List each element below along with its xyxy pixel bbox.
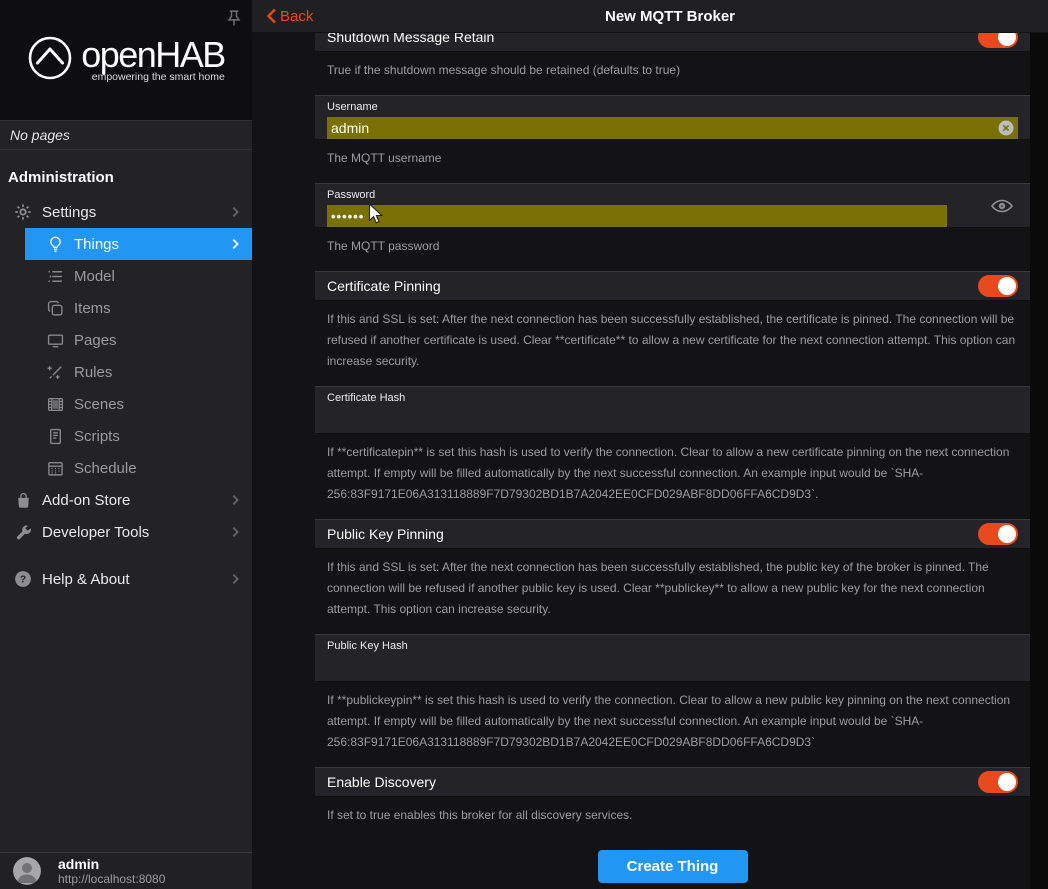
chevron-right-icon <box>228 205 242 219</box>
chevron-right-icon <box>228 525 242 539</box>
toggle-knob <box>998 277 1016 295</box>
config-form: Shutdown Message Retain True if the shut… <box>315 0 1030 883</box>
chevron-right-icon <box>228 493 242 507</box>
back-button[interactable]: Back <box>266 8 313 25</box>
sidebar-item-label: Pages <box>74 332 117 349</box>
config-row-public-key-pinning: Public Key Pinning <box>315 519 1030 549</box>
sidebar-item-scenes[interactable]: Scenes <box>0 388 252 420</box>
username-input[interactable] <box>327 117 1018 139</box>
toggle-knob <box>998 773 1016 791</box>
row-description: If this and SSL is set: After the next c… <box>315 309 1030 372</box>
calendar-icon <box>44 460 66 477</box>
sidebar-item-label: Scenes <box>74 396 124 413</box>
row-description: True if the shutdown message should be r… <box>315 60 1030 81</box>
sidebar-item-label: Add-on Store <box>42 492 130 509</box>
password-input[interactable] <box>327 205 947 227</box>
row-description: If set to true enables this broker for a… <box>315 805 1030 826</box>
row-description: The MQTT username <box>315 148 1030 169</box>
sidebar-item-addon-store[interactable]: Add-on Store <box>0 484 252 516</box>
sidebar-item-help-about[interactable]: ? Help & About <box>0 563 252 595</box>
field-label: Public Key Hash <box>327 640 1018 652</box>
sidebar-item-things[interactable]: Things <box>25 228 252 260</box>
config-row-public-key-hash[interactable]: Public Key Hash <box>315 634 1030 682</box>
avatar <box>13 857 41 885</box>
page-title: New MQTT Broker <box>272 8 1048 25</box>
clear-input-icon[interactable] <box>998 120 1014 136</box>
sidebar-item-model[interactable]: Model <box>0 260 252 292</box>
lightbulb-icon <box>44 236 66 253</box>
monitor-icon <box>44 332 66 349</box>
field-label: Certificate Hash <box>327 392 1018 404</box>
logo-tagline: empowering the smart home <box>92 71 225 83</box>
sidebar-item-label: Help & About <box>42 571 130 588</box>
row-label: Public Key Pinning <box>327 526 444 542</box>
chevron-left-icon <box>266 8 277 24</box>
film-icon <box>44 396 66 413</box>
sidebar-item-pages[interactable]: Pages <box>0 324 252 356</box>
enable-discovery-toggle[interactable] <box>978 771 1018 793</box>
openhab-logo-icon <box>27 35 73 86</box>
field-label: Password <box>327 189 1018 201</box>
user-panel[interactable]: admin http://localhost:8080 <box>0 852 252 889</box>
user-url: http://localhost:8080 <box>58 872 165 886</box>
logo-panel: openHAB empowering the smart home <box>0 0 252 120</box>
script-icon <box>44 428 66 445</box>
sidebar: openHAB empowering the smart home No pag… <box>0 0 252 889</box>
no-pages-label: No pages <box>0 120 252 150</box>
public-key-pinning-toggle[interactable] <box>978 523 1018 545</box>
row-description: The MQTT password <box>315 236 1030 257</box>
row-label: Enable Discovery <box>327 774 436 790</box>
sidebar-item-label: Settings <box>42 204 96 221</box>
svg-text:?: ? <box>20 575 26 586</box>
gear-icon <box>12 203 34 221</box>
config-row-certificate-hash[interactable]: Certificate Hash <box>315 386 1030 434</box>
items-copy-icon <box>44 300 66 317</box>
chevron-right-icon <box>228 572 242 586</box>
config-row-enable-discovery: Enable Discovery <box>315 767 1030 797</box>
row-label: Certificate Pinning <box>327 278 441 294</box>
main-panel: Shutdown Message Retain True if the shut… <box>252 0 1030 889</box>
sidebar-item-developer-tools[interactable]: Developer Tools <box>0 516 252 548</box>
create-thing-button[interactable]: Create Thing <box>598 850 748 883</box>
wrench-icon <box>12 524 34 541</box>
sidebar-item-schedule[interactable]: Schedule <box>0 452 252 484</box>
openhab-logo: openHAB empowering the smart home <box>27 35 225 86</box>
navbar: Back New MQTT Broker <box>252 0 1048 33</box>
field-label: Username <box>327 101 1018 113</box>
sidebar-item-items[interactable]: Items <box>0 292 252 324</box>
help-icon: ? <box>12 570 34 588</box>
sidebar-item-label: Things <box>74 236 119 253</box>
magic-wand-icon <box>44 364 66 381</box>
back-label: Back <box>280 8 313 25</box>
config-row-password: Password <box>315 183 1030 228</box>
sidebar-item-settings[interactable]: Settings <box>0 196 252 228</box>
config-row-certificate-pinning: Certificate Pinning <box>315 271 1030 301</box>
sidebar-item-label: Developer Tools <box>42 524 149 541</box>
logo-text: openHAB <box>81 37 225 73</box>
certificate-pinning-toggle[interactable] <box>978 275 1018 297</box>
sidebar-item-label: Scripts <box>74 428 120 445</box>
toggle-knob <box>998 525 1016 543</box>
store-bag-icon <box>12 492 34 509</box>
sidebar-section-administration: Administration <box>0 150 252 196</box>
sidebar-item-rules[interactable]: Rules <box>0 356 252 388</box>
model-tree-icon <box>44 268 66 285</box>
config-row-username: Username <box>315 95 1030 140</box>
pin-sidebar-icon[interactable] <box>224 8 244 28</box>
row-description: If **publickeypin** is set this hash is … <box>315 690 1030 753</box>
sidebar-item-label: Model <box>74 268 115 285</box>
show-password-eye-icon[interactable] <box>990 196 1014 216</box>
chevron-right-icon <box>228 237 242 251</box>
row-description: If this and SSL is set: After the next c… <box>315 557 1030 620</box>
sidebar-item-label: Schedule <box>74 460 137 477</box>
sidebar-item-scripts[interactable]: Scripts <box>0 420 252 452</box>
sidebar-item-label: Items <box>74 300 111 317</box>
row-description: If **certificatepin** is set this hash i… <box>315 442 1030 505</box>
sidebar-item-label: Rules <box>74 364 112 381</box>
user-name: admin <box>58 857 165 872</box>
